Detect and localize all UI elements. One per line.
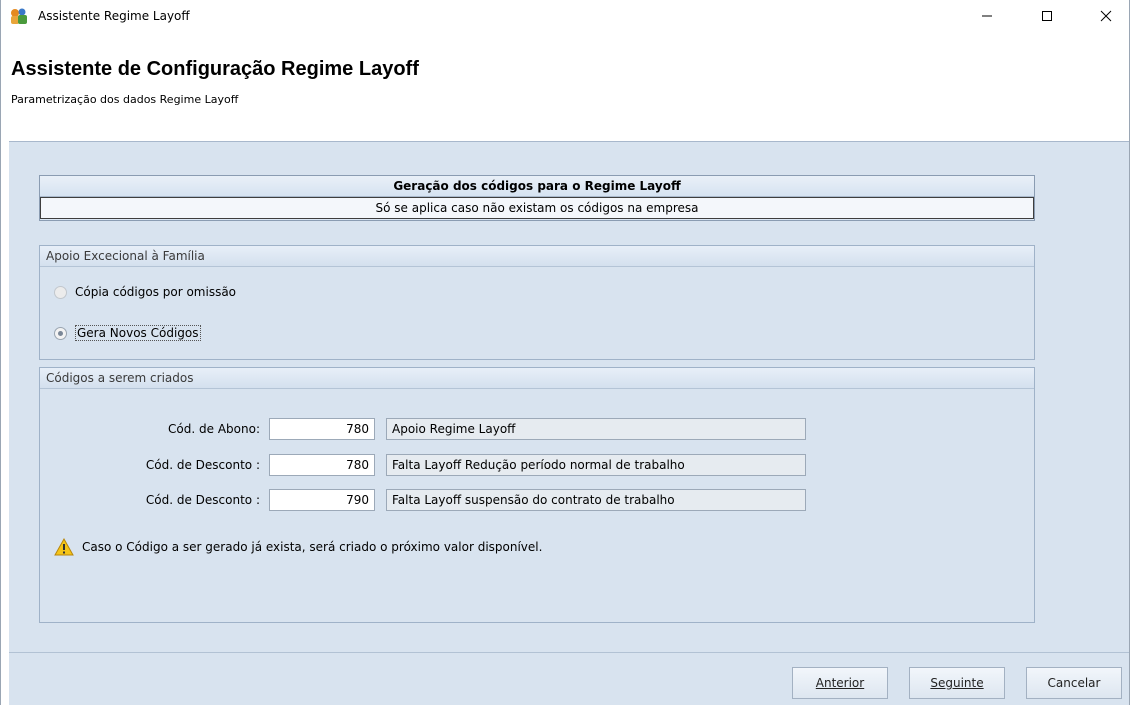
next-button-label: Seguinte bbox=[930, 676, 984, 690]
minimize-icon bbox=[982, 15, 992, 17]
app-icon bbox=[9, 7, 29, 25]
family-support-group: Apoio Excecional à Família Cópia códigos… bbox=[39, 245, 1035, 360]
discount-code-input[interactable]: 780 bbox=[269, 454, 375, 476]
minimize-button[interactable] bbox=[964, 0, 1010, 32]
wizard-window: Assistente Regime Layoff Assistente de C… bbox=[0, 0, 1130, 705]
previous-button[interactable]: Anterior bbox=[792, 667, 888, 699]
close-icon bbox=[1100, 10, 1112, 22]
title-bar: Assistente Regime Layoff bbox=[1, 0, 1129, 32]
maximize-button[interactable] bbox=[1024, 0, 1070, 32]
group-title: Apoio Excecional à Família bbox=[40, 246, 1034, 267]
radio-label: Gera Novos Códigos bbox=[75, 325, 201, 341]
cancel-button[interactable]: Cancelar bbox=[1026, 667, 1122, 699]
allowance-code-description: Apoio Regime Layoff bbox=[386, 418, 806, 440]
discount-code-label: Cód. de Desconto : bbox=[145, 493, 260, 507]
radio-label: Cópia códigos por omissão bbox=[75, 285, 237, 299]
warning-text: Caso o Código a ser gerado já exista, se… bbox=[82, 540, 543, 554]
warning-icon bbox=[54, 538, 74, 556]
discount-code-description: Falta Layoff Redução período normal de t… bbox=[386, 454, 806, 476]
radio-copy-default-codes[interactable]: Cópia códigos por omissão bbox=[54, 285, 236, 299]
warning-message: Caso o Código a ser gerado já exista, se… bbox=[54, 538, 542, 556]
group-title: Códigos a serem criados bbox=[40, 368, 1034, 389]
previous-button-label: Anterior bbox=[815, 676, 865, 690]
codes-group: Códigos a serem criados Cód. de Abono: 7… bbox=[39, 367, 1035, 623]
cancel-button-label: Cancelar bbox=[1047, 676, 1101, 690]
page-title: Assistente de Configuração Regime Layoff bbox=[11, 58, 419, 80]
allowance-code-label: Cód. de Abono: bbox=[168, 422, 260, 436]
close-button[interactable] bbox=[1083, 0, 1129, 32]
window-title: Assistente Regime Layoff bbox=[38, 9, 190, 23]
section-note: Só se aplica caso não existam os códigos… bbox=[40, 197, 1034, 219]
wizard-content: Geração dos códigos para o Regime Layoff… bbox=[9, 141, 1129, 652]
wizard-footer: Anterior Seguinte Cancelar bbox=[9, 652, 1129, 705]
radio-generate-new-codes[interactable]: Gera Novos Códigos bbox=[54, 325, 201, 341]
page-subtitle: Parametrização dos dados Regime Layoff bbox=[11, 93, 239, 106]
discount-code-input[interactable]: 790 bbox=[269, 489, 375, 511]
maximize-icon bbox=[1042, 11, 1052, 21]
section-header: Geração dos códigos para o Regime Layoff… bbox=[39, 175, 1035, 221]
section-title: Geração dos códigos para o Regime Layoff bbox=[40, 176, 1034, 197]
radio-button[interactable] bbox=[54, 326, 67, 340]
discount-code-description: Falta Layoff suspensão do contrato de tr… bbox=[386, 489, 806, 511]
radio-button[interactable] bbox=[54, 285, 67, 299]
next-button[interactable]: Seguinte bbox=[909, 667, 1005, 699]
allowance-code-input[interactable]: 780 bbox=[269, 418, 375, 440]
discount-code-label: Cód. de Desconto : bbox=[145, 458, 260, 472]
